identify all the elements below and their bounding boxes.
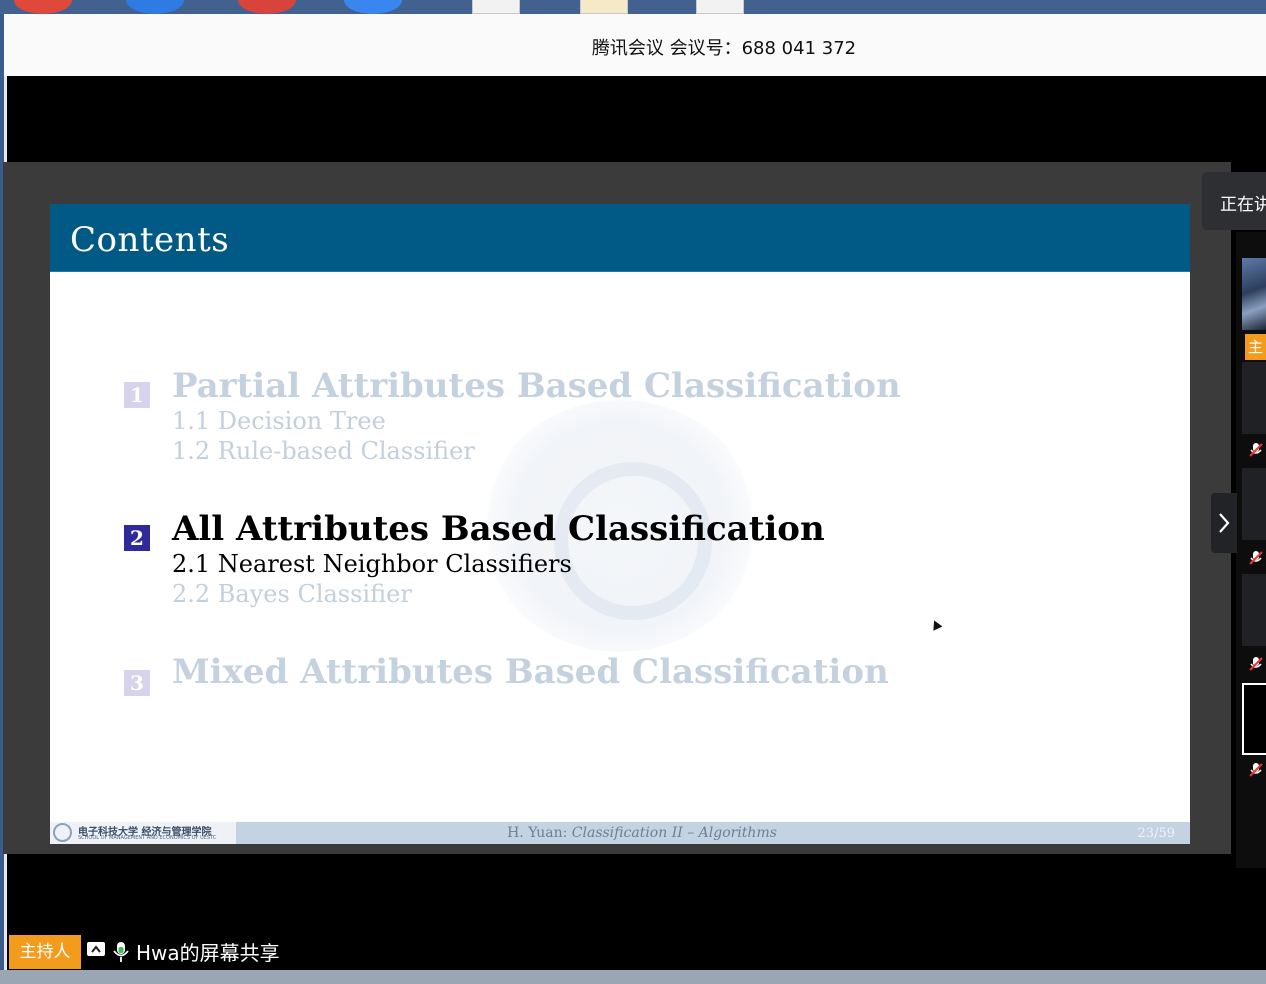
slide-title: Contents: [70, 220, 230, 260]
mic-muted-icon: [1249, 763, 1263, 777]
slide-footer: H. Yuan: Classification II – Algorithms …: [50, 822, 1190, 844]
footer-talk-title: Classification II – Algorithms: [571, 825, 777, 841]
desktop-taskbar-strip: [0, 0, 1266, 14]
speaking-label: 正在讲话: [1220, 195, 1266, 215]
document-icon[interactable]: [472, 0, 520, 14]
mic-muted-icon: [1249, 443, 1263, 457]
app-icon[interactable]: [238, 0, 296, 14]
university-logo: 电子科技大学 经济与管理学院 SCHOOL OF MANAGEMENT AND …: [50, 822, 236, 844]
app-icon[interactable]: [14, 0, 72, 14]
participant-tile[interactable]: [1242, 362, 1266, 434]
logo-subtext: SCHOOL OF MANAGEMENT AND ECONOMICS OF UE…: [78, 835, 217, 841]
section-title: Mixed Attributes Based Classification: [172, 652, 889, 692]
footer-author: H. Yuan:: [507, 825, 572, 841]
mic-muted-icon: [1249, 657, 1263, 671]
subsection-item: 2.2 Bayes Classifier: [172, 580, 412, 608]
section-number: 3: [124, 670, 150, 696]
mic-muted-icon: [1249, 551, 1263, 565]
window-bottom-edge: [0, 970, 1266, 984]
host-badge: 主持人: [9, 935, 81, 969]
speaking-indicator[interactable]: 正在讲话: [1202, 172, 1266, 230]
subsection-item: 1.1 Decision Tree: [172, 407, 386, 435]
participant-tile-selected[interactable]: [1242, 683, 1266, 755]
section-number: 2: [124, 525, 150, 551]
seal-icon: [53, 823, 72, 842]
subsection-item: 2.1 Nearest Neighbor Classifiers: [172, 550, 572, 578]
document-icon[interactable]: [580, 0, 628, 14]
presentation-slide: Contents 1 Partial Attributes Based Clas…: [50, 204, 1190, 844]
section-number: 1: [124, 382, 150, 408]
app-icon[interactable]: [344, 0, 402, 14]
chevron-right-icon[interactable]: [1211, 493, 1237, 553]
screen-share-label: Hwa的屏幕共享: [136, 941, 280, 965]
participant-tile[interactable]: [1242, 574, 1266, 646]
participant-video-thumbnail[interactable]: [1242, 258, 1266, 330]
section-title: Partial Attributes Based Classification: [172, 366, 901, 406]
slide-header: Contents: [50, 204, 1190, 272]
document-icon[interactable]: [696, 0, 744, 14]
section-title: All Attributes Based Classification: [172, 509, 825, 549]
subsection-item: 1.2 Rule-based Classifier: [172, 437, 475, 465]
microphone-icon: [113, 942, 129, 962]
page-counter: 23/59: [1137, 826, 1175, 841]
app-icon[interactable]: [126, 0, 184, 14]
participant-tile[interactable]: [1242, 468, 1266, 540]
host-tag: 主: [1245, 334, 1266, 360]
screen-share-icon: [87, 942, 105, 956]
